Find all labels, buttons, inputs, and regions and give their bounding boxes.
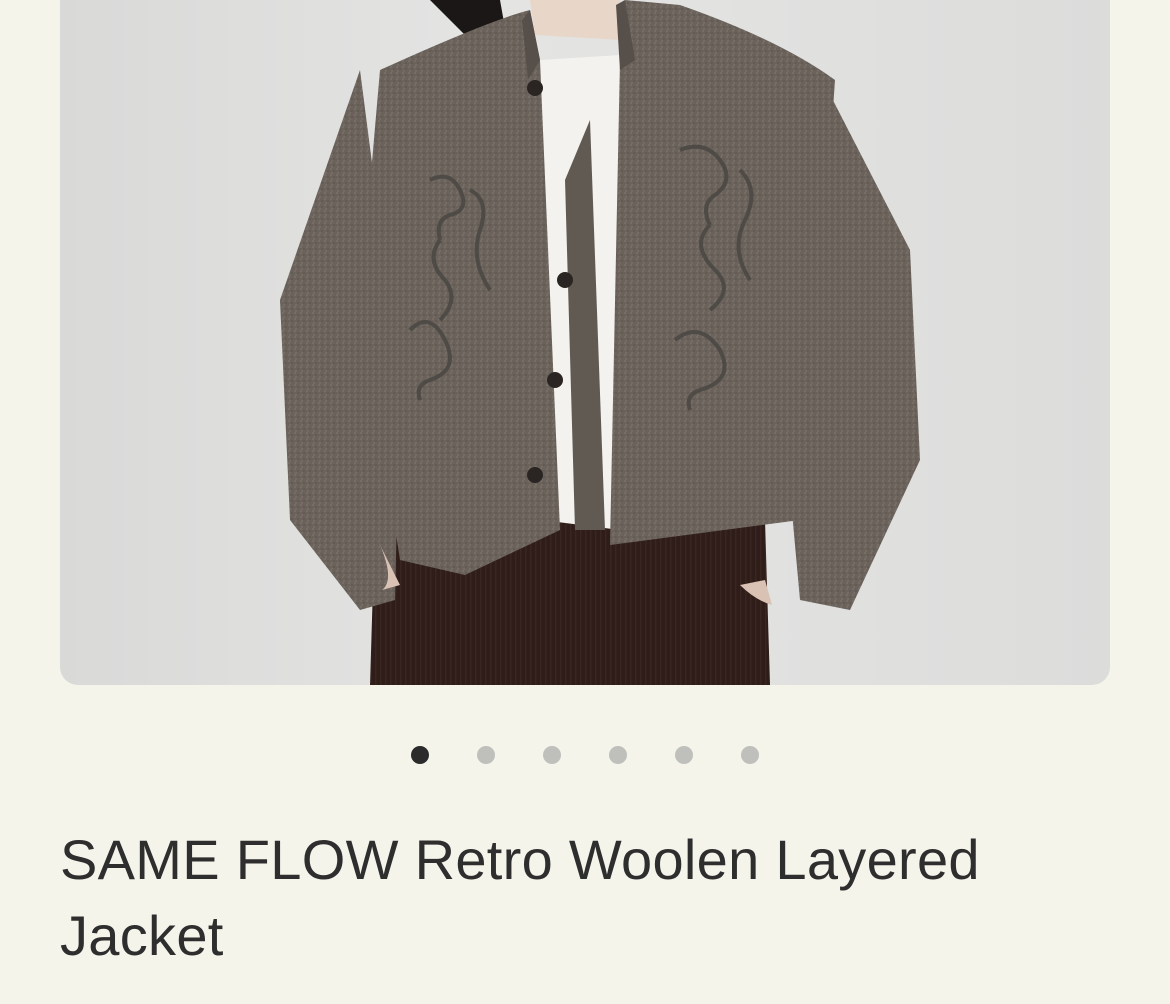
gallery-dot-5[interactable] (675, 746, 693, 764)
gallery-dot-2[interactable] (477, 746, 495, 764)
product-image-gallery[interactable] (60, 0, 1110, 685)
gallery-dot-6[interactable] (741, 746, 759, 764)
gallery-dot-1[interactable] (411, 746, 429, 764)
gallery-dot-4[interactable] (609, 746, 627, 764)
gallery-pagination (0, 746, 1170, 764)
gallery-dot-3[interactable] (543, 746, 561, 764)
product-title: SAME FLOW Retro Woolen Layered Jacket (60, 828, 980, 967)
product-image (280, 0, 920, 685)
product-page: SAME FLOW Retro Woolen Layered Jacket (0, 0, 1170, 1004)
